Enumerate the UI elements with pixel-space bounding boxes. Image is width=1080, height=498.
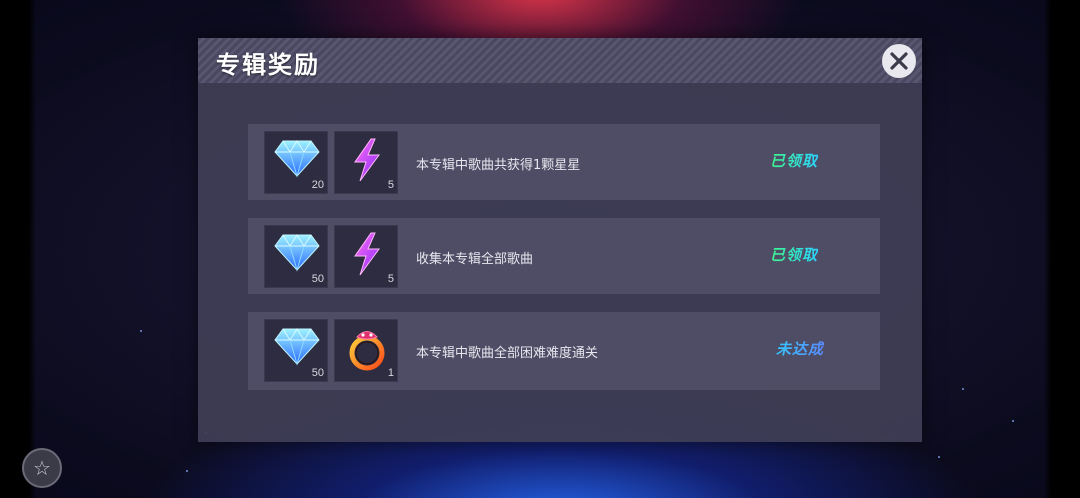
item-count: 50	[311, 273, 324, 285]
item-count: 50	[311, 367, 324, 379]
album-reward-dialog: 专辑奖励 20 5 本专辑中歌曲共获得1颗星星 已领取 50 5 收集本专辑全部…	[198, 38, 922, 442]
reward-condition: 本专辑中歌曲全部困难难度通关	[416, 346, 599, 361]
reward-item-energy[interactable]: 5	[334, 131, 398, 194]
reward-item-diamond[interactable]: 20	[264, 131, 328, 194]
reward-row: 50 5 收集本专辑全部歌曲 已领取	[248, 218, 880, 294]
reward-item-energy[interactable]: 5	[334, 225, 398, 288]
ring-icon	[349, 331, 385, 371]
sparkle	[938, 456, 940, 458]
sparkle	[140, 330, 142, 332]
sparkle	[962, 388, 964, 390]
reward-condition: 本专辑中歌曲共获得1颗星星	[416, 158, 581, 173]
reward-status-claimed: 已领取	[770, 152, 819, 170]
reward-status-pending: 未达成	[776, 340, 825, 358]
sparkle	[1012, 420, 1014, 422]
reward-item-ring[interactable]: 1	[334, 319, 398, 382]
reward-row: 50 1 本专辑中歌曲全部困难难度通关 未达成	[248, 312, 880, 390]
left-letterbox	[0, 0, 36, 498]
diamond-icon	[274, 328, 320, 366]
item-count: 5	[387, 179, 394, 191]
diamond-icon	[274, 140, 320, 178]
item-count: 1	[387, 367, 394, 379]
reward-status-claimed: 已领取	[770, 246, 819, 264]
dialog-title: 专辑奖励	[216, 51, 320, 79]
reward-list: 20 5 本专辑中歌曲共获得1颗星星 已领取 50 5 收集本专辑全部歌曲 已领…	[248, 124, 880, 408]
lightning-icon	[354, 232, 380, 276]
item-count: 5	[387, 273, 394, 285]
reward-item-diamond[interactable]: 50	[264, 319, 328, 382]
reward-condition: 收集本专辑全部歌曲	[416, 252, 534, 267]
close-icon	[890, 52, 908, 70]
item-count: 20	[311, 179, 324, 191]
right-letterbox	[1044, 0, 1080, 498]
diamond-icon	[274, 234, 320, 272]
floating-menu-icon[interactable]: ☆	[22, 448, 62, 488]
lightning-icon	[354, 138, 380, 182]
sparkle	[186, 470, 188, 472]
close-button[interactable]	[882, 44, 916, 78]
reward-item-diamond[interactable]: 50	[264, 225, 328, 288]
dialog-header: 专辑奖励	[198, 38, 922, 83]
reward-row: 20 5 本专辑中歌曲共获得1颗星星 已领取	[248, 124, 880, 200]
